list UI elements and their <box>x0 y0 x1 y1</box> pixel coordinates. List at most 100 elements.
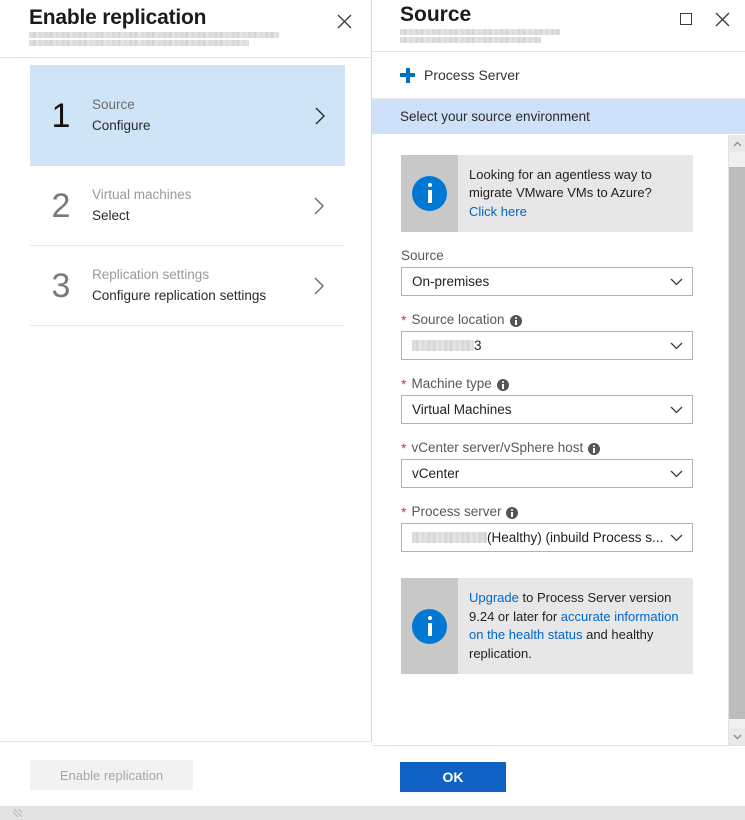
close-icon[interactable] <box>707 4 737 34</box>
chevron-down-icon <box>670 534 683 542</box>
right-blade-subtitle-redacted <box>400 29 560 44</box>
step-number: 3 <box>30 269 92 303</box>
field-process-server-label: * Process server <box>401 504 672 519</box>
section-banner-label: Select your source environment <box>400 109 590 124</box>
field-machine-type-label: * Machine type <box>401 376 672 391</box>
field-source-label-text: Source <box>401 248 444 263</box>
required-asterisk: * <box>401 313 406 327</box>
step-text: Source Configure <box>92 96 315 135</box>
info-icon <box>401 578 458 674</box>
maximize-icon[interactable] <box>671 4 701 34</box>
plus-icon <box>400 68 415 83</box>
source-form-scroll-area: Looking for an agentless way to migrate … <box>372 135 745 745</box>
field-process-server-label-text: Process server <box>411 504 501 519</box>
step-number: 2 <box>30 189 92 223</box>
info-icon[interactable] <box>510 315 522 327</box>
redacted-value <box>412 340 474 351</box>
source-form: Looking for an agentless way to migrate … <box>372 135 672 674</box>
vcenter-server-dropdown-value: vCenter <box>412 466 459 481</box>
click-here-link[interactable]: Click here <box>469 204 527 219</box>
chevron-down-icon <box>670 406 683 414</box>
chevron-right-icon <box>315 107 345 125</box>
step-text: Replication settings Configure replicati… <box>92 266 314 305</box>
chevron-down-icon <box>670 342 683 350</box>
enable-replication-button[interactable]: Enable replication <box>30 760 193 790</box>
step-subtitle: Select <box>92 207 314 225</box>
machine-type-dropdown[interactable]: Virtual Machines <box>401 395 693 424</box>
step-title: Source <box>92 96 315 114</box>
info-text-line2: migrate VMware VMs to Azure? <box>469 185 652 200</box>
required-asterisk: * <box>401 505 406 519</box>
vcenter-server-dropdown[interactable]: vCenter <box>401 459 693 488</box>
info-icon[interactable] <box>588 443 600 455</box>
command-bar: Process Server <box>372 52 745 99</box>
field-source-location-label: * Source location <box>401 312 672 327</box>
field-vcenter-server-label-text: vCenter server/vSphere host <box>411 440 583 455</box>
resize-grip-icon <box>13 809 22 817</box>
field-process-server: * Process server (Healthy) (inbuild Proc… <box>401 504 672 552</box>
info-text-line1: Looking for an agentless way to <box>469 167 652 182</box>
step-subtitle: Configure <box>92 117 315 135</box>
field-vcenter-server-label: * vCenter server/vSphere host <box>401 440 672 455</box>
agentless-migration-info-box: Looking for an agentless way to migrate … <box>401 155 693 232</box>
step-text: Virtual machines Select <box>92 186 314 225</box>
field-source: Source On-premises <box>401 248 672 296</box>
field-machine-type-label-text: Machine type <box>411 376 491 391</box>
info-icon[interactable] <box>497 379 509 391</box>
agentless-migration-info-text: Looking for an agentless way to migrate … <box>458 155 693 232</box>
source-dropdown-value: On-premises <box>412 274 489 289</box>
field-vcenter-server: * vCenter server/vSphere host vCenter <box>401 440 672 488</box>
info-icon[interactable] <box>506 507 518 519</box>
ok-button[interactable]: OK <box>400 762 506 792</box>
chevron-right-icon <box>314 197 344 215</box>
info-icon <box>401 155 458 232</box>
upgrade-link[interactable]: Upgrade <box>469 590 519 605</box>
close-icon[interactable] <box>329 6 359 36</box>
enable-replication-blade: Enable replication 1 Source Configure <box>0 0 372 806</box>
source-location-dropdown-value: 3 <box>474 338 482 353</box>
section-banner: Select your source environment <box>372 99 745 134</box>
source-blade-title: Source <box>400 3 471 27</box>
chevron-down-icon <box>670 470 683 478</box>
wizard-step-list: 1 Source Configure 2 Virtual machines Se… <box>0 65 371 326</box>
sidebar-item-virtual-machines[interactable]: 2 Virtual machines Select <box>30 166 344 246</box>
field-source-label: Source <box>401 248 672 263</box>
left-blade-footer: Enable replication <box>0 741 372 806</box>
add-process-server-label: Process Server <box>424 67 520 83</box>
replication-wizard-window: Enable replication 1 Source Configure <box>0 0 745 820</box>
right-blade-header: Source <box>372 0 745 52</box>
redacted-value <box>412 532 487 543</box>
required-asterisk: * <box>401 377 406 391</box>
step-title: Virtual machines <box>92 186 314 204</box>
step-number: 1 <box>30 99 92 133</box>
sidebar-item-source[interactable]: 1 Source Configure <box>30 65 345 166</box>
machine-type-dropdown-value: Virtual Machines <box>412 402 512 417</box>
source-location-dropdown[interactable]: 3 <box>401 331 693 360</box>
chevron-up-icon[interactable] <box>729 135 745 152</box>
upgrade-process-server-info-box: Upgrade to Process Server version 9.24 o… <box>401 578 693 674</box>
vertical-scrollbar[interactable] <box>728 135 745 745</box>
add-process-server-button[interactable]: Process Server <box>400 67 520 83</box>
source-blade: Source Process Server Select your <box>372 0 745 806</box>
page-title: Enable replication <box>29 6 206 30</box>
left-blade-subtitle-redacted <box>29 32 279 49</box>
process-server-dropdown[interactable]: (Healthy) (inbuild Process s... <box>401 523 693 552</box>
chevron-right-icon <box>314 277 344 295</box>
chevron-down-icon[interactable] <box>729 728 745 745</box>
left-blade-header: Enable replication <box>0 0 371 58</box>
scrollbar-thumb[interactable] <box>729 167 745 719</box>
step-title: Replication settings <box>92 266 314 284</box>
field-source-location: * Source location 3 <box>401 312 672 360</box>
field-machine-type: * Machine type Virtual Machines <box>401 376 672 424</box>
source-dropdown[interactable]: On-premises <box>401 267 693 296</box>
process-server-dropdown-value: (Healthy) (inbuild Process s... <box>487 530 663 545</box>
window-bottom-strip <box>0 806 745 820</box>
step-subtitle: Configure replication settings <box>92 287 314 305</box>
field-source-location-label-text: Source location <box>411 312 504 327</box>
chevron-down-icon <box>670 278 683 286</box>
required-asterisk: * <box>401 441 406 455</box>
window-controls <box>671 4 737 34</box>
sidebar-item-replication-settings[interactable]: 3 Replication settings Configure replica… <box>30 246 344 326</box>
right-blade-footer: OK <box>372 745 745 806</box>
upgrade-info-text: Upgrade to Process Server version 9.24 o… <box>458 578 693 674</box>
